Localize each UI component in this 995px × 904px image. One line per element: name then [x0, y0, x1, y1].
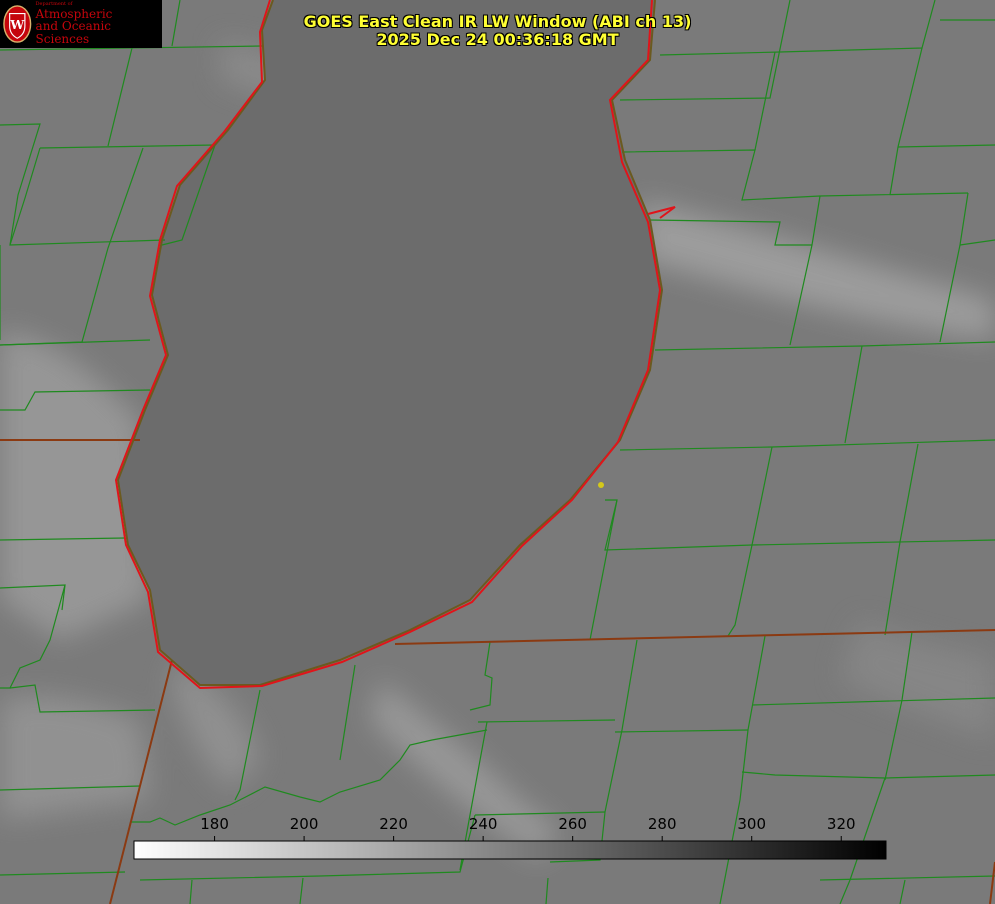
colorbar-tick-label: 260 — [558, 815, 587, 833]
logo-line2: and Oceanic Sciences — [35, 19, 112, 46]
image-timestamp: 2025 Dec 24 00:36:18 GMT — [376, 30, 619, 49]
colorbar-tick-label: 300 — [737, 815, 767, 833]
colorbar-tick-label: 220 — [379, 815, 408, 833]
colorbar-tick-label: 240 — [468, 815, 498, 833]
logo-text: Department of Atmospheric and Oceanic Sc… — [35, 2, 162, 46]
colorbar-tick-label: 200 — [289, 815, 319, 833]
colorbar-tick-label: 180 — [200, 815, 229, 833]
uw-seal-icon: W — [3, 5, 32, 43]
station-dot-icon — [598, 482, 604, 488]
colorbar-tick-label: 320 — [826, 815, 856, 833]
image-title: GOES East Clean IR LW Window (ABI ch 13) — [303, 12, 692, 31]
seal-letter: W — [9, 17, 25, 32]
uw-aos-logo: W Department of Atmospheric and Oceanic … — [0, 0, 162, 48]
colorbar-tick-label: 280 — [647, 815, 677, 833]
satellite-map — [0, 0, 995, 904]
colorbar-gradient — [133, 840, 887, 860]
